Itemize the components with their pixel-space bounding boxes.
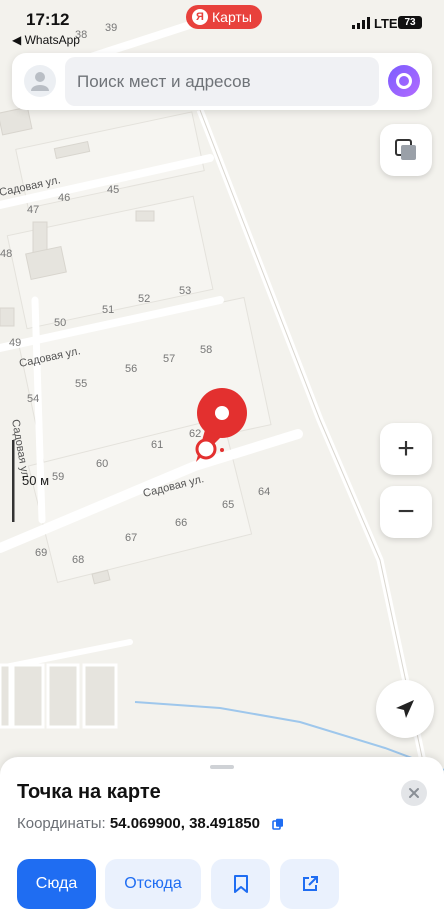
house-number: 46 bbox=[58, 192, 70, 204]
search-card bbox=[12, 53, 432, 110]
house-number: 66 bbox=[175, 517, 187, 529]
share-icon bbox=[302, 876, 318, 891]
close-icon bbox=[409, 788, 419, 798]
profile-avatar-icon[interactable] bbox=[24, 65, 56, 97]
house-number: 55 bbox=[75, 378, 87, 390]
house-number: 47 bbox=[27, 204, 39, 216]
search-input[interactable] bbox=[65, 57, 379, 106]
house-number: 50 bbox=[54, 317, 66, 329]
route-from-label: Отсюда bbox=[124, 875, 182, 892]
status-bar: 17:12 ◀ WhatsApp Я Карты LTE 73 bbox=[0, 0, 444, 50]
house-number: 58 bbox=[200, 344, 212, 356]
place-card-sheet: Точка на карте Координаты: 54.069900, 38… bbox=[0, 757, 444, 910]
zoom-in-button[interactable]: + bbox=[380, 423, 432, 475]
close-button[interactable] bbox=[401, 780, 427, 806]
coordinates-row: Координаты: 54.069900, 38.491850 bbox=[17, 815, 284, 832]
house-number: 64 bbox=[258, 486, 270, 498]
zoom-out-button[interactable]: − bbox=[380, 486, 432, 538]
house-number: 45 bbox=[107, 184, 119, 196]
route-here-label: Сюда bbox=[35, 875, 78, 892]
layers-button[interactable] bbox=[380, 124, 432, 176]
place-title: Точка на карте bbox=[17, 781, 161, 803]
house-number: 54 bbox=[27, 393, 39, 405]
route-here-button[interactable]: Сюда bbox=[17, 859, 96, 909]
house-number: 69 bbox=[35, 547, 47, 559]
house-number: 52 bbox=[138, 293, 150, 305]
signal-icon bbox=[352, 17, 370, 29]
yandex-logo-icon: Я bbox=[192, 9, 208, 25]
navigation-arrow-icon bbox=[396, 700, 414, 718]
house-number: 56 bbox=[125, 363, 137, 375]
coordinates-value[interactable]: 54.069900, 38.491850 bbox=[110, 815, 260, 832]
house-number: 57 bbox=[163, 353, 175, 365]
house-number: 60 bbox=[96, 458, 108, 470]
house-number: 51 bbox=[102, 304, 114, 316]
house-number: 61 bbox=[151, 439, 163, 451]
house-number: 48 bbox=[0, 248, 12, 260]
bookmark-button[interactable] bbox=[211, 859, 270, 909]
copy-icon[interactable] bbox=[272, 818, 284, 830]
house-number: 67 bbox=[125, 532, 137, 544]
back-to-app-link[interactable]: ◀ WhatsApp bbox=[12, 33, 80, 47]
plus-icon: + bbox=[397, 432, 415, 465]
brand-badge: Я Карты bbox=[186, 5, 262, 29]
network-type: LTE bbox=[374, 16, 398, 31]
coordinates-label: Координаты: bbox=[17, 815, 106, 832]
house-number: 68 bbox=[72, 554, 84, 566]
alice-voice-icon[interactable] bbox=[388, 65, 420, 97]
house-number: 65 bbox=[222, 499, 234, 511]
bookmark-icon bbox=[233, 875, 248, 893]
house-number: 53 bbox=[179, 285, 191, 297]
scale-label: 50 м bbox=[22, 473, 49, 488]
status-time: 17:12 bbox=[26, 10, 70, 29]
brand-name: Карты bbox=[212, 9, 252, 25]
house-number: 59 bbox=[52, 471, 64, 483]
share-button[interactable] bbox=[280, 859, 339, 909]
house-number: 49 bbox=[9, 337, 21, 349]
my-location-button[interactable] bbox=[376, 680, 434, 738]
layers-icon bbox=[395, 139, 416, 160]
house-number: 62 bbox=[189, 428, 201, 440]
route-from-button[interactable]: Отсюда bbox=[105, 859, 201, 909]
minus-icon: − bbox=[397, 495, 415, 528]
battery-icon: 73 bbox=[398, 16, 422, 29]
sheet-grab-handle[interactable] bbox=[210, 765, 234, 769]
